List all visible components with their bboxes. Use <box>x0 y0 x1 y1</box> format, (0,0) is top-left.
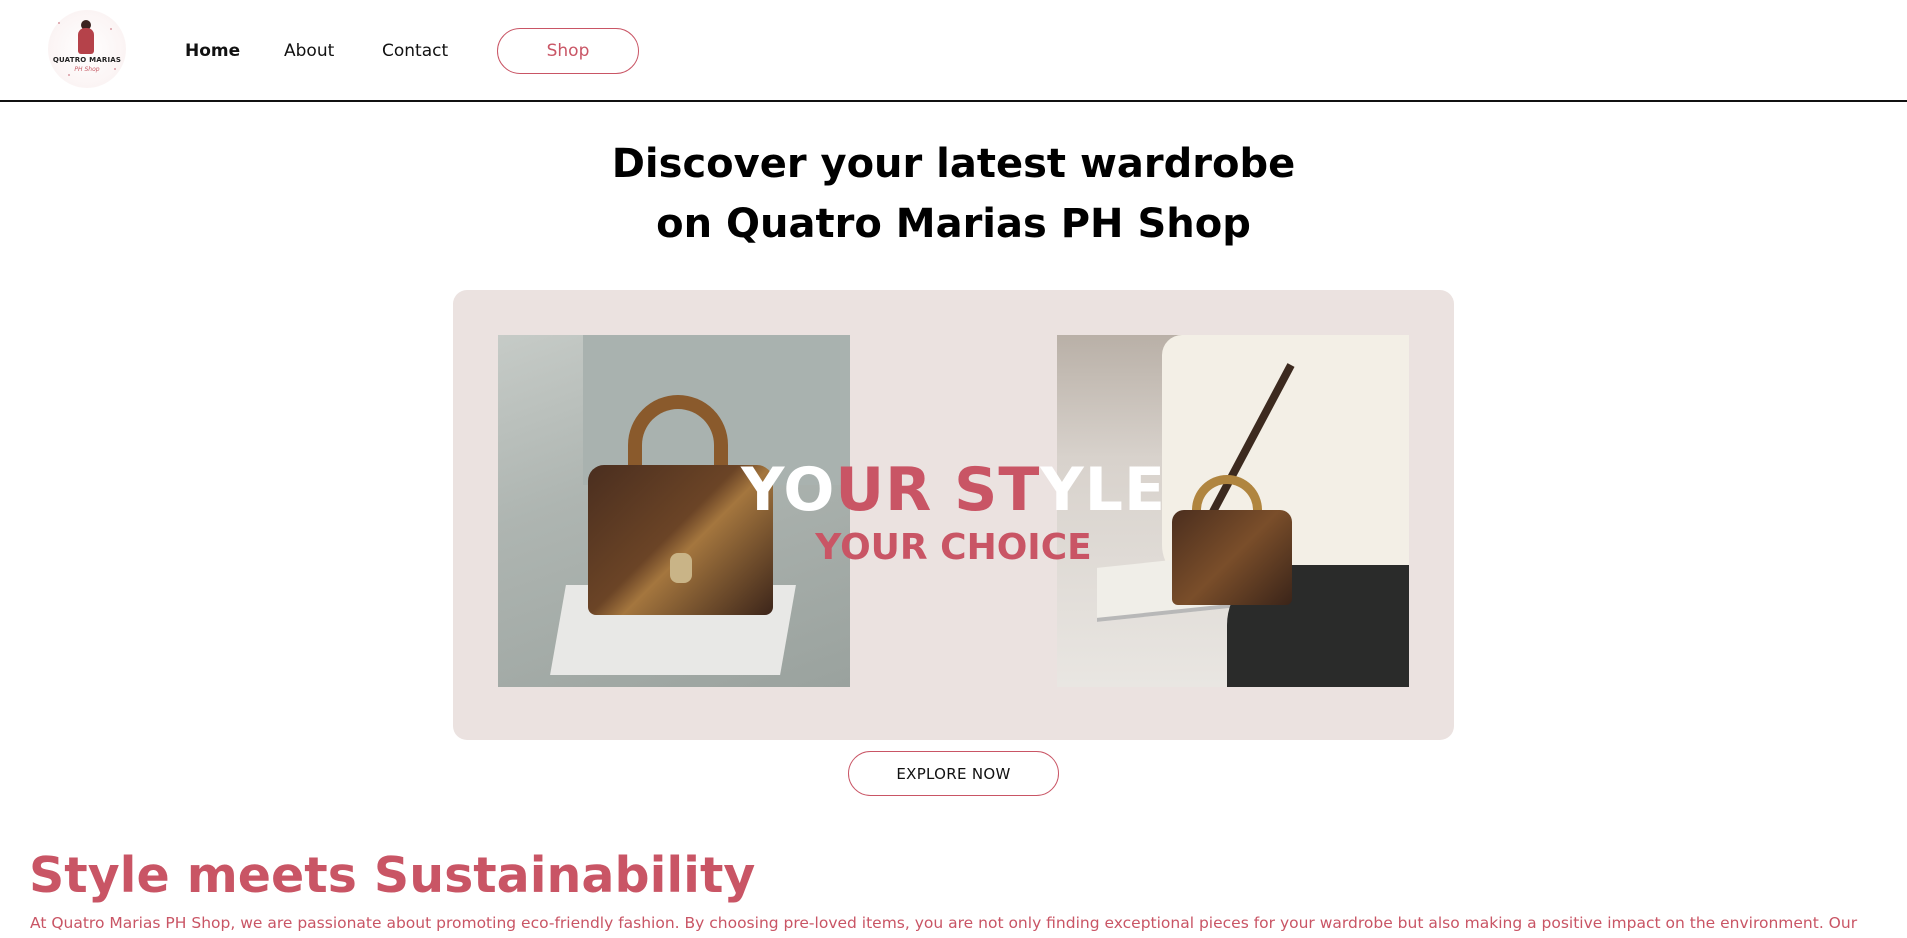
hero-banner: YOUR STYLE YOUR CHOICE <box>453 290 1454 740</box>
section-text: At Quatro Marias PH Shop, we are passion… <box>30 914 1858 932</box>
slogan-part: YO <box>741 455 836 525</box>
banner-slogan: YOUR STYLE <box>453 455 1454 525</box>
site-header: QUATRO MARIAS PH Shop Home About Contact… <box>0 0 1907 102</box>
logo-sparkle <box>110 28 112 30</box>
logo-figure <box>78 28 94 54</box>
slogan-part: UR ST <box>835 455 1041 525</box>
slogan-part: YLE <box>1040 455 1166 525</box>
hero-title-line1: Discover your latest wardrobe <box>611 141 1296 187</box>
site-logo[interactable]: QUATRO MARIAS PH Shop <box>48 10 126 88</box>
logo-sparkle <box>68 74 70 76</box>
logo-subtext: PH Shop <box>74 66 100 73</box>
section-title: Style meets Sustainability <box>29 847 756 904</box>
logo-text: QUATRO MARIAS <box>52 56 122 64</box>
shop-button[interactable]: Shop <box>497 28 639 74</box>
hero-title-line2: on Quatro Marias PH Shop <box>656 201 1251 247</box>
nav-about[interactable]: About <box>284 41 334 61</box>
nav-home[interactable]: Home <box>185 41 240 61</box>
hero-title: Discover your latest wardrobe on Quatro … <box>0 134 1907 254</box>
nav-contact[interactable]: Contact <box>382 41 448 61</box>
explore-now-button[interactable]: EXPLORE NOW <box>848 751 1059 796</box>
banner-subslogan: YOUR CHOICE <box>815 527 1092 568</box>
logo-sparkle <box>58 22 60 24</box>
